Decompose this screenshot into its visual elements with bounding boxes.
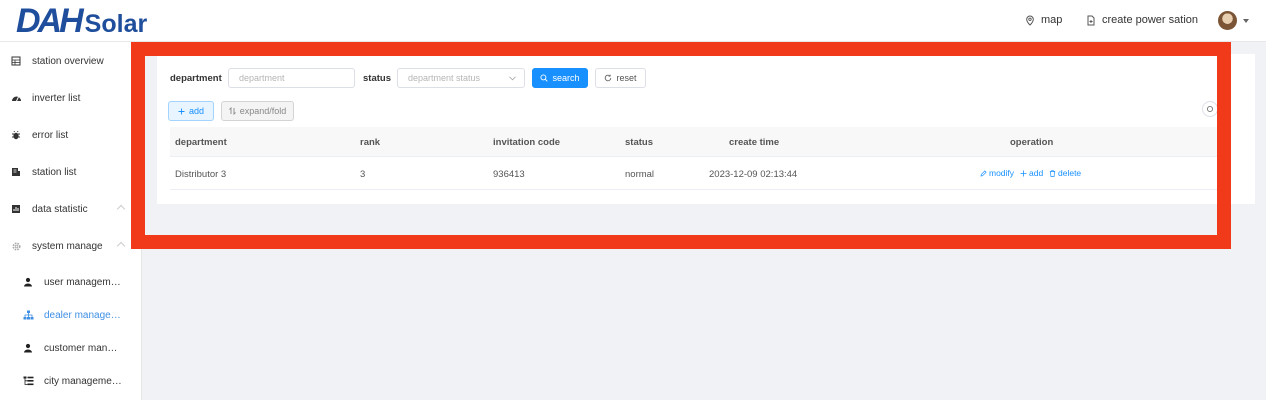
sidebar-item-station-overview[interactable]: station overview bbox=[0, 49, 142, 73]
grid-icon bbox=[10, 55, 22, 67]
gauge-icon bbox=[10, 92, 22, 104]
org-icon bbox=[22, 309, 34, 321]
sidebar-subitem-label: dealer manage… bbox=[44, 309, 121, 321]
map-label: map bbox=[1041, 14, 1063, 26]
create-station-link[interactable]: create power sation bbox=[1086, 14, 1198, 26]
sidebar-item-error-list[interactable]: error list bbox=[0, 123, 142, 147]
document-add-icon bbox=[1087, 15, 1095, 25]
sidebar-subitem-dealer-management[interactable]: dealer manage… bbox=[0, 303, 142, 327]
avatar[interactable] bbox=[1218, 11, 1237, 30]
sidebar-item-label: station overview bbox=[32, 55, 104, 67]
sidebar-item-label: system manage bbox=[32, 240, 103, 252]
tree-icon bbox=[22, 375, 34, 387]
sidebar: station overview inverter list error lis… bbox=[0, 42, 142, 400]
highlight-box bbox=[131, 42, 1231, 249]
sidebar-subitem-label: city manageme… bbox=[44, 375, 122, 387]
sidebar-item-data-statistic[interactable]: data statistic bbox=[0, 197, 142, 221]
sidebar-item-label: error list bbox=[32, 129, 69, 141]
logo-suffix: Solar bbox=[84, 10, 148, 38]
sidebar-subitem-label: user managem… bbox=[44, 276, 121, 288]
location-pin-icon bbox=[1026, 14, 1034, 26]
sidebar-item-system-manage[interactable]: system manage bbox=[0, 234, 142, 258]
station-icon bbox=[10, 166, 22, 178]
chevron-up-icon bbox=[116, 241, 126, 251]
sidebar-subitem-user-management[interactable]: user managem… bbox=[0, 270, 142, 294]
logo[interactable]: DAH Solar bbox=[16, 4, 147, 38]
sidebar-item-inverter-list[interactable]: inverter list bbox=[0, 86, 142, 110]
sidebar-subitem-customer-management[interactable]: customer man… bbox=[0, 336, 142, 360]
chart-icon bbox=[10, 203, 22, 215]
sidebar-item-label: inverter list bbox=[32, 92, 81, 104]
user-icon bbox=[22, 342, 34, 354]
sidebar-item-station-list[interactable]: station list bbox=[0, 160, 142, 184]
bug-icon bbox=[10, 129, 22, 141]
sidebar-item-label: station list bbox=[32, 166, 77, 178]
chevron-up-icon bbox=[116, 204, 126, 214]
user-icon bbox=[22, 276, 34, 288]
create-station-label: create power sation bbox=[1102, 14, 1198, 26]
logo-main: DAH bbox=[16, 2, 84, 40]
top-header: DAH Solar map create power sation bbox=[0, 0, 1266, 42]
sidebar-subitem-label: customer man… bbox=[44, 342, 118, 354]
map-link[interactable]: map bbox=[1025, 14, 1062, 26]
sidebar-subitem-city-management[interactable]: city manageme… bbox=[0, 369, 142, 393]
chevron-down-icon[interactable] bbox=[1243, 19, 1249, 23]
gear-icon bbox=[10, 240, 22, 252]
sidebar-item-label: data statistic bbox=[32, 203, 88, 215]
